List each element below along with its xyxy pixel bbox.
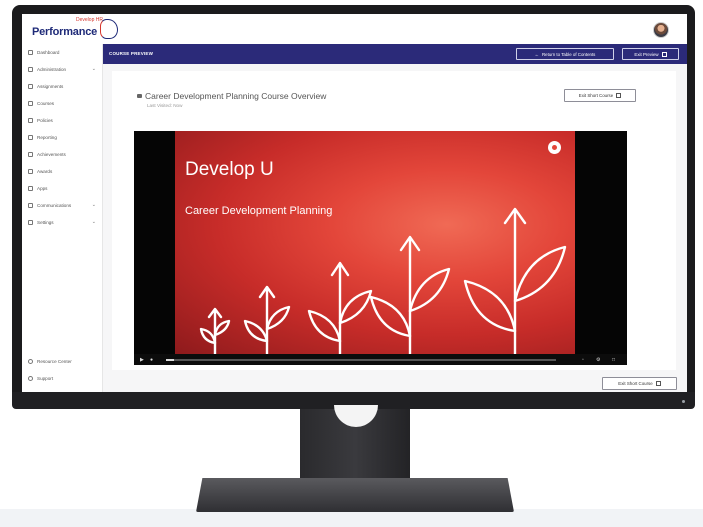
play-icon[interactable]: ▶ [140,357,144,363]
exit-short-course-button-top[interactable]: Exit Short Course [564,89,636,102]
sidebar: Dashboard Administration ⌄ Assignments Co… [22,44,103,392]
volume-icon[interactable]: ● [150,357,153,363]
growth-arrows-illustration [199,207,567,354]
course-title-row: Career Development Planning Course Overv… [137,91,326,101]
sidebar-item-communications[interactable]: Communications ⌄ [28,200,98,210]
video-progress-fill [166,359,174,361]
monitor-stand-base [196,478,514,512]
arrow-left-icon: ← [534,51,539,57]
chevron-down-icon: ⌄ [91,202,96,208]
exit-icon [661,51,667,57]
assignments-icon [28,83,33,89]
chevron-down-icon: ⌄ [91,66,96,72]
chevron-down-icon: ⌄ [91,219,96,225]
sidebar-item-administration[interactable]: Administration ⌄ [28,64,98,74]
exit-short-course-label: Exit Short Course [618,381,653,386]
video-progress-bar[interactable] [166,359,556,361]
video-icon [137,94,142,98]
fullscreen-icon[interactable]: □ [612,357,615,363]
sidebar-item-label: Apps [37,185,48,191]
logo-mark-icon [100,19,118,39]
sidebar-item-label: Assignments [37,83,64,89]
achievements-icon [28,151,33,157]
sidebar-item-label: Support [37,375,54,381]
sidebar-item-assignments[interactable]: Assignments [28,81,98,91]
reporting-icon [28,134,33,140]
top-bar: Performance Develop HR [22,14,687,44]
sidebar-item-apps[interactable]: Apps [28,183,98,193]
sidebar-item-resource-center[interactable]: Resource Center [28,356,98,366]
exit-icon [655,381,661,386]
course-content-card: Career Development Planning Course Overv… [112,71,676,370]
dashboard-icon [28,49,33,55]
sidebar-item-label: Settings [37,219,54,225]
sidebar-item-awards[interactable]: Awards [28,166,98,176]
sidebar-item-courses[interactable]: Courses [28,98,98,108]
app-logo[interactable]: Performance Develop HR [32,17,118,40]
admin-icon [28,66,33,72]
video-controls: ▶ ● ▫ ⚙ □ [134,354,627,365]
video-slide: Develop U Career Development Planning [175,131,575,354]
exit-preview-button[interactable]: Exit Preview [622,48,679,60]
preview-title: COURSE PREVIEW [109,51,154,56]
exit-preview-label: Exit Preview [634,51,659,57]
policies-icon [28,117,33,123]
resource-center-icon [28,358,33,364]
sidebar-item-label: Reporting [37,134,57,140]
exit-short-course-label: Exit Short Course [578,93,614,98]
course-preview-bar: COURSE PREVIEW ← Return to Table of Cont… [103,44,687,64]
last-visited-text: Last Visited: Now [147,103,183,108]
courses-icon [28,100,33,106]
sidebar-item-label: Policies [37,117,53,123]
sidebar-item-policies[interactable]: Policies [28,115,98,125]
monitor-screen: Performance Develop HR Dashboard Adminis… [22,14,687,392]
sidebar-item-dashboard[interactable]: Dashboard [28,47,98,57]
sidebar-item-label: Awards [37,168,53,174]
logo-text: Performance [32,26,98,38]
sidebar-item-reporting[interactable]: Reporting [28,132,98,142]
sidebar-item-support[interactable]: Support [28,373,98,383]
sidebar-item-settings[interactable]: Settings ⌄ [28,217,98,227]
return-to-toc-button[interactable]: ← Return to Table of Contents [516,48,614,60]
communications-icon [28,202,33,208]
exit-short-course-button-bottom[interactable]: Exit Short Course [602,377,677,390]
course-title: Career Development Planning Course Overv… [145,91,327,101]
user-avatar[interactable] [653,22,669,38]
power-indicator [682,400,685,403]
main-area: COURSE PREVIEW ← Return to Table of Cont… [103,44,687,392]
captions-icon[interactable]: ▫ [582,357,584,363]
apps-icon [28,185,33,191]
sidebar-item-label: Communications [37,202,72,208]
logo-subtext: Develop HR [76,17,103,23]
sidebar-item-label: Resource Center [37,358,72,364]
awards-icon [28,168,33,174]
support-icon [28,375,33,381]
settings-gear-icon[interactable]: ⚙ [596,357,600,363]
video-player[interactable]: Develop U Career Development Planning ▶ … [134,131,627,365]
exit-icon [616,93,622,98]
sidebar-item-label: Administration [37,66,67,72]
sidebar-item-label: Dashboard [37,49,60,55]
sidebar-item-label: Courses [37,100,55,106]
sidebar-item-achievements[interactable]: Achievements [28,149,98,159]
sidebar-item-label: Achievements [37,151,66,157]
return-to-toc-label: Return to Table of Contents [542,51,596,57]
settings-icon [28,219,33,225]
